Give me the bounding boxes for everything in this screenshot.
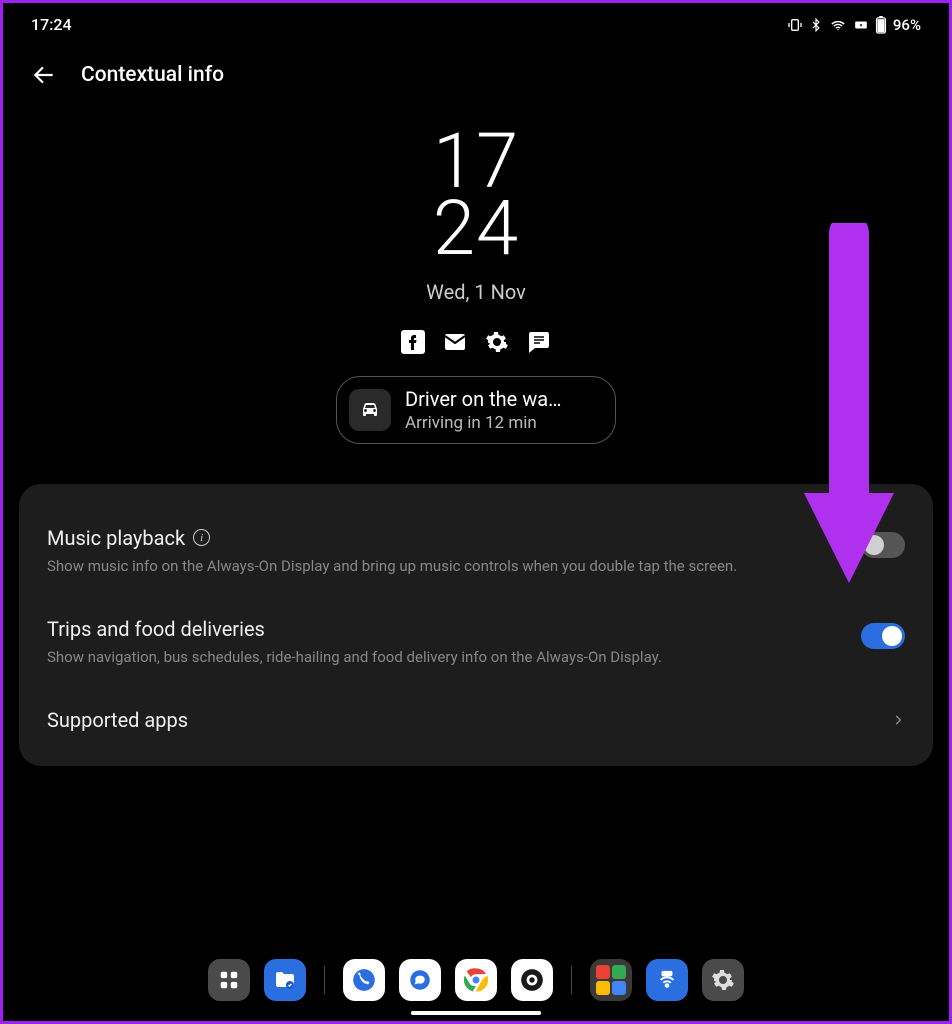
settings-app-icon[interactable] [702,959,744,1001]
messages-app-icon[interactable] [399,959,441,1001]
nav-separator [571,966,572,994]
data-icon: × [853,18,869,32]
battery-percent: 96% [893,16,921,34]
app-bar: Contextual info [3,42,949,108]
setting-supported-title: Supported apps [47,708,188,732]
context-card: Driver on the wa… Arriving in 12 min [336,376,616,444]
context-card-title: Driver on the wa… [405,387,562,411]
trips-toggle[interactable] [861,623,905,649]
svg-text:×: × [859,22,862,28]
setting-music-desc: Show music info on the Always-On Display… [47,556,841,577]
camera-app-icon[interactable] [511,959,553,1001]
back-arrow-icon[interactable] [31,62,57,88]
context-card-subtitle: Arriving in 12 min [405,413,562,433]
chevron-right-icon [891,713,905,727]
vibrate-icon [787,17,803,33]
context-card-text: Driver on the wa… Arriving in 12 min [405,387,562,433]
message-icon [527,330,551,354]
aod-preview: 17 24 Wed, 1 Nov Driver on the wa… Arriv… [3,108,949,484]
status-time: 17:24 [31,15,72,34]
car-icon [349,389,391,431]
status-bar: 17:24 × 96% [3,3,949,42]
clock-widget: 17 24 [433,128,519,262]
files-app-icon[interactable] [264,959,306,1001]
setting-music-playback[interactable]: Music playback i Show music info on the … [47,510,905,593]
clock-minute: 24 [433,195,519,262]
facebook-icon [401,330,425,354]
setting-music-title: Music playback [47,526,185,550]
app-drawer-icon[interactable] [208,959,250,1001]
phone-app-icon[interactable] [343,959,385,1001]
nav-separator [324,966,325,994]
setting-trips[interactable]: Trips and food deliveries Show navigatio… [47,601,905,684]
page-title: Contextual info [81,63,224,87]
setting-supported-apps[interactable]: Supported apps [47,692,905,748]
setting-trips-desc: Show navigation, bus schedules, ride-hai… [47,647,841,668]
setting-trips-title: Trips and food deliveries [47,617,265,641]
status-icons: × 96% [787,16,921,34]
settings-panel: Music playback i Show music info on the … [19,484,933,766]
clock-date: Wed, 1 Nov [426,280,526,304]
chrome-app-icon[interactable] [455,959,497,1001]
music-toggle[interactable] [861,532,905,558]
gear-icon [485,330,509,354]
navigation-bar [3,947,949,1021]
wifi-icon [829,17,847,33]
remote-app-icon[interactable] [646,959,688,1001]
battery-icon [875,16,887,34]
google-folder-icon[interactable] [590,959,632,1001]
gesture-bar[interactable] [411,1011,541,1015]
info-icon[interactable]: i [193,529,210,546]
notification-icons [401,330,551,354]
mail-icon [443,330,467,354]
bluetooth-icon [809,17,823,33]
